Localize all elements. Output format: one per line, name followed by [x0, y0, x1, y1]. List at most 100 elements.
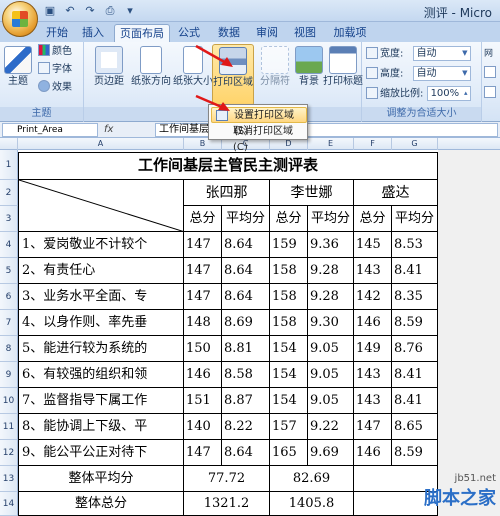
score-cell[interactable]: 9.05	[308, 388, 354, 414]
score-cell[interactable]: 154	[270, 336, 308, 362]
score-cell[interactable]: 158	[270, 284, 308, 310]
score-cell[interactable]: 8.53	[392, 232, 438, 258]
row-header[interactable]: 5	[0, 258, 18, 284]
row-header[interactable]: 10	[0, 388, 18, 414]
row-header[interactable]: 8	[0, 336, 18, 362]
score-cell[interactable]: 9.22	[308, 414, 354, 440]
name-box[interactable]: Print_Area	[2, 123, 98, 137]
sub-header[interactable]: 总分	[270, 206, 308, 232]
save-icon[interactable]: ▣	[42, 3, 58, 19]
score-cell[interactable]: 9.28	[308, 258, 354, 284]
score-cell[interactable]: 147	[354, 414, 392, 440]
score-cell[interactable]: 8.64	[222, 440, 270, 466]
score-cell[interactable]: 140	[184, 414, 222, 440]
print-area-button[interactable]: 打印区域	[212, 44, 254, 106]
score-cell[interactable]: 145	[354, 232, 392, 258]
overall-total-value[interactable]: 1405.8	[270, 492, 354, 516]
score-cell[interactable]: 8.64	[222, 258, 270, 284]
margins-button[interactable]: 页边距	[88, 44, 130, 106]
redo-icon[interactable]: ↷	[82, 3, 98, 19]
overall-avg-value[interactable]: 77.72	[184, 466, 270, 492]
theme-effects-button[interactable]: 效果	[38, 80, 72, 96]
score-cell[interactable]: 159	[270, 232, 308, 258]
print-titles-button[interactable]: 打印标题	[322, 44, 364, 106]
tab-view[interactable]: 视图	[290, 24, 320, 42]
tab-insert[interactable]: 插入	[78, 24, 108, 42]
tab-data[interactable]: 数据	[214, 24, 244, 42]
undo-icon[interactable]: ↶	[62, 3, 78, 19]
score-cell[interactable]: 154	[270, 388, 308, 414]
tab-formulas[interactable]: 公式	[174, 24, 204, 42]
overall-avg-label[interactable]: 整体平均分	[18, 466, 184, 492]
score-cell[interactable]: 143	[354, 388, 392, 414]
column-header-f[interactable]: F	[354, 138, 392, 150]
person-name[interactable]: 盛达	[354, 180, 438, 206]
sub-header[interactable]: 总分	[354, 206, 392, 232]
score-cell[interactable]: 143	[354, 258, 392, 284]
score-cell[interactable]: 8.69	[222, 310, 270, 336]
row-header[interactable]: 7	[0, 310, 18, 336]
score-cell[interactable]: 8.58	[222, 362, 270, 388]
score-cell[interactable]: 8.81	[222, 336, 270, 362]
score-cell[interactable]: 8.41	[392, 388, 438, 414]
person-name[interactable]: 李世娜	[270, 180, 354, 206]
score-cell[interactable]: 8.64	[222, 232, 270, 258]
scale-input[interactable]: 100% ▴	[426, 86, 471, 101]
size-button[interactable]: 纸张大小	[172, 44, 214, 106]
score-cell[interactable]: 8.41	[392, 362, 438, 388]
row-header[interactable]: 12	[0, 440, 18, 466]
overall-total-label[interactable]: 整体总分	[18, 492, 184, 516]
item-label[interactable]: 1、爱岗敬业不计较个	[18, 232, 184, 258]
row-header[interactable]: 13	[0, 466, 18, 492]
office-button[interactable]	[2, 1, 38, 37]
column-header-g[interactable]: G	[392, 138, 438, 150]
tab-home[interactable]: 开始	[40, 24, 74, 42]
score-cell[interactable]: 8.59	[392, 310, 438, 336]
orientation-button[interactable]: 纸张方向	[130, 44, 172, 106]
item-label[interactable]: 7、监督指导下属工作	[18, 388, 184, 414]
score-cell[interactable]: 148	[184, 310, 222, 336]
score-cell[interactable]: 143	[354, 362, 392, 388]
sheet-title[interactable]: 工作间基层主管民主测评表	[18, 152, 438, 180]
score-cell[interactable]: 151	[184, 388, 222, 414]
row-header[interactable]: 14	[0, 492, 18, 516]
print-preview-icon[interactable]: ⎙	[102, 3, 118, 19]
formula-input[interactable]: 工作间基层主	[155, 123, 498, 137]
item-label[interactable]: 6、有较强的组织和领	[18, 362, 184, 388]
select-all-corner[interactable]	[0, 138, 18, 150]
score-cell[interactable]: 9.05	[308, 336, 354, 362]
score-cell[interactable]: 9.36	[308, 232, 354, 258]
score-cell[interactable]: 8.35	[392, 284, 438, 310]
score-cell[interactable]: 8.22	[222, 414, 270, 440]
tab-review[interactable]: 审阅	[252, 24, 282, 42]
score-cell[interactable]: 8.76	[392, 336, 438, 362]
score-cell[interactable]: 146	[184, 362, 222, 388]
score-cell[interactable]: 9.69	[308, 440, 354, 466]
sub-header[interactable]: 平均分	[222, 206, 270, 232]
score-cell[interactable]: 8.64	[222, 284, 270, 310]
item-label[interactable]: 2、有责任心	[18, 258, 184, 284]
sub-header[interactable]: 总分	[184, 206, 222, 232]
score-cell[interactable]: 157	[270, 414, 308, 440]
row-header[interactable]: 11	[0, 414, 18, 440]
gridlines-print-checkbox[interactable]	[484, 86, 498, 102]
score-cell[interactable]: 8.87	[222, 388, 270, 414]
score-cell[interactable]: 8.65	[392, 414, 438, 440]
score-cell[interactable]: 158	[270, 258, 308, 284]
score-cell[interactable]: 9.28	[308, 284, 354, 310]
score-cell[interactable]: 142	[354, 284, 392, 310]
score-cell[interactable]: 165	[270, 440, 308, 466]
score-cell[interactable]: 8.59	[392, 440, 438, 466]
row-header[interactable]: 4	[0, 232, 18, 258]
sub-header[interactable]: 平均分	[392, 206, 438, 232]
score-cell[interactable]: 146	[354, 440, 392, 466]
theme-fonts-button[interactable]: 字体	[38, 62, 72, 78]
score-cell[interactable]: 158	[270, 310, 308, 336]
item-label[interactable]: 4、以身作则、率先垂	[18, 310, 184, 336]
sub-header[interactable]: 平均分	[308, 206, 354, 232]
row-header[interactable]: 6	[0, 284, 18, 310]
overall-total-value[interactable]: 1321.2	[184, 492, 270, 516]
width-select[interactable]: 自动 ▼	[412, 46, 471, 61]
score-cell[interactable]: 147	[184, 258, 222, 284]
column-header-a[interactable]: A	[18, 138, 184, 150]
